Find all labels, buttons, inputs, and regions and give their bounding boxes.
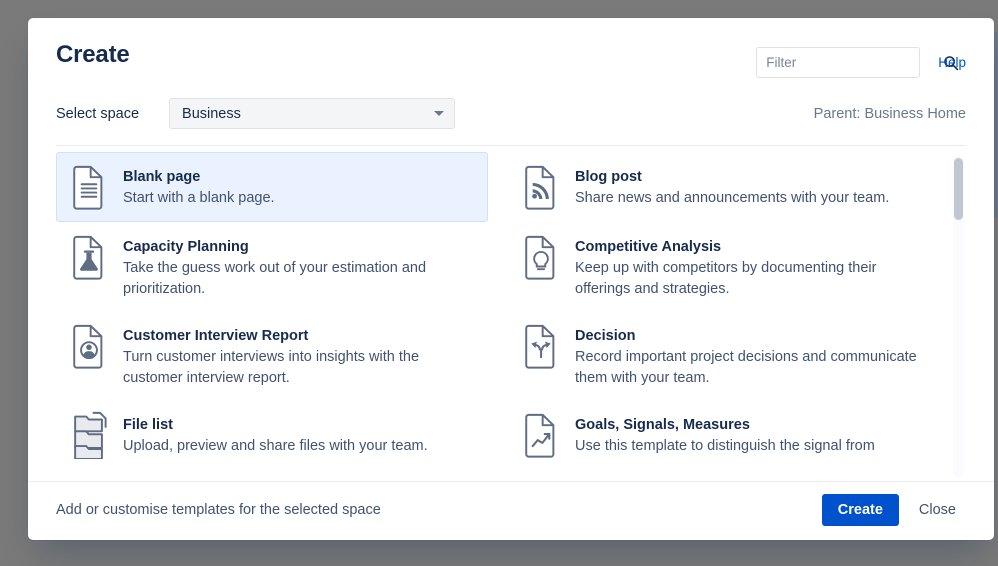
header-divider	[56, 145, 966, 146]
template-list-region: Blank page Start with a blank page. Blog p…	[56, 152, 966, 481]
template-description: Use this template to distinguish the sig…	[575, 438, 875, 454]
blank-page-icon	[69, 163, 109, 211]
template-text: Capacity Planning Take the guess work out…	[123, 233, 475, 300]
template-item[interactable]: Capacity Planning Take the guess work out…	[56, 222, 488, 311]
template-description: Take the guess work out of your estimati…	[123, 260, 427, 297]
scrollbar-thumb[interactable]	[954, 158, 963, 220]
template-description: Start with a blank page.	[123, 190, 275, 206]
flask-icon	[69, 233, 109, 281]
footer-actions: Create Close	[821, 494, 966, 526]
template-name: Blank page	[123, 169, 201, 185]
dialog-title: Create	[56, 41, 130, 68]
close-button[interactable]: Close	[909, 494, 966, 526]
template-description: Turn customer interviews into insights w…	[123, 349, 420, 386]
template-text: Blank page Start with a blank page.	[123, 163, 275, 209]
template-item[interactable]: Blank page Start with a blank page.	[56, 152, 488, 222]
template-text: Competitive Analysis Keep up with competi…	[575, 233, 927, 300]
template-text: Decision Record important project decisio…	[575, 322, 927, 389]
decision-fork-icon	[521, 322, 561, 370]
file-stack-icon	[69, 411, 109, 460]
template-item[interactable]: Decision Record important project decisio…	[508, 311, 940, 400]
filter-search-box[interactable]	[756, 47, 959, 78]
template-item[interactable]: Customer Interview Report Turn customer i…	[56, 311, 488, 400]
space-select-value: Business	[182, 105, 241, 122]
create-dialog: Create Help Select space Business Parent…	[28, 18, 994, 540]
template-item[interactable]: Goals, Signals, Measures Use this templat…	[508, 400, 940, 470]
chevron-down-icon	[434, 111, 445, 116]
template-text: Goals, Signals, Measures Use this templat…	[575, 411, 875, 457]
space-selector-row: Select space Business Parent: Business H…	[28, 78, 994, 129]
template-description: Record important project decisions and c…	[575, 349, 917, 386]
template-description: Share news and announcements with your t…	[575, 190, 890, 206]
template-description: Upload, preview and share files with you…	[123, 438, 428, 454]
create-button[interactable]: Create	[821, 494, 899, 526]
parent-label: Parent: Business Home	[813, 105, 966, 122]
template-text: Blog post Share news and announcements wi…	[575, 163, 889, 209]
template-description: Keep up with competitors by documenting …	[575, 260, 877, 297]
template-grid: Blank page Start with a blank page. Blog p…	[56, 152, 966, 470]
template-item[interactable]: Blog post Share news and announcements wi…	[508, 152, 940, 222]
filter-input[interactable]	[766, 55, 944, 70]
template-text: File list Upload, preview and share files…	[123, 411, 428, 457]
header-actions: Help	[756, 40, 966, 78]
template-item[interactable]: Competitive Analysis Keep up with competi…	[508, 222, 940, 311]
template-name: Decision	[575, 328, 636, 344]
person-circle-icon	[69, 322, 109, 370]
template-name: Competitive Analysis	[575, 239, 722, 255]
template-name: Capacity Planning	[123, 239, 249, 255]
template-name: Goals, Signals, Measures	[575, 417, 750, 433]
lightbulb-icon	[521, 233, 561, 281]
select-space-label: Select space	[56, 105, 140, 122]
dialog-header: Create Help	[28, 18, 994, 78]
dialog-footer: Add or customise templates for the selec…	[28, 481, 994, 540]
customise-templates-link[interactable]: Add or customise templates for the selec…	[56, 502, 381, 518]
template-name: Blog post	[575, 169, 642, 185]
template-name: Customer Interview Report	[123, 328, 309, 344]
template-name: File list	[123, 417, 173, 433]
rss-feed-icon	[521, 163, 561, 211]
space-select[interactable]: Business	[169, 98, 456, 129]
trend-chart-icon	[521, 411, 561, 459]
template-item[interactable]: File list Upload, preview and share files…	[56, 400, 488, 470]
help-link[interactable]: Help	[938, 55, 966, 70]
template-text: Customer Interview Report Turn customer i…	[123, 322, 475, 389]
